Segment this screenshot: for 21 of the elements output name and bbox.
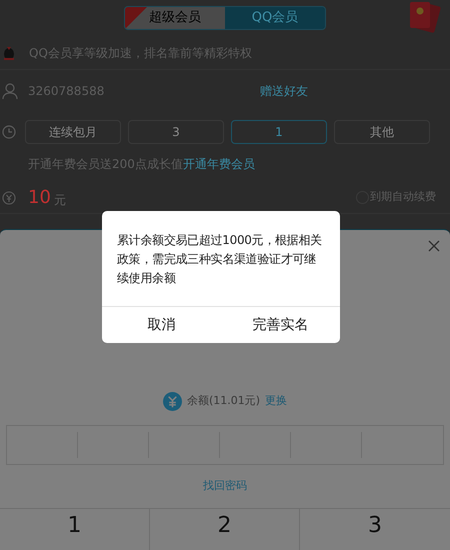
price-amount: 10 — [28, 186, 51, 210]
duration-option[interactable]: 其他 — [334, 120, 430, 144]
keypad-key[interactable]: 2 — [150, 509, 300, 550]
keypad-key[interactable]: 3 — [300, 509, 450, 550]
yuan-coin-icon — [162, 392, 182, 411]
dialog-message: 累计余额交易已超过1000元，根据相关政策，需完成三种实名渠道验证才可继续使用余额 — [116, 232, 323, 287]
dialog-button[interactable]: 完善实名 — [221, 307, 340, 343]
tab[interactable]: 超级会员 — [125, 7, 225, 29]
balance-text: 余额(11.01元) — [186, 393, 260, 410]
gift-friend-link[interactable]: 赠送好友 — [260, 82, 308, 100]
keypad-key[interactable]: 1 — [0, 509, 150, 550]
yuan-icon — [2, 190, 16, 204]
tab[interactable]: QQ会员 — [225, 7, 325, 29]
annual-member-link[interactable]: 开通年费会员 — [182, 157, 255, 171]
dialog-button[interactable]: 取消 — [102, 307, 221, 343]
duration-option[interactable]: 连续包月 — [25, 120, 121, 144]
clock-icon — [2, 125, 16, 139]
duration-option[interactable]: 3 — [128, 120, 224, 144]
close-icon[interactable] — [428, 240, 440, 252]
duration-option[interactable]: 1 — [231, 120, 327, 144]
person-icon — [2, 83, 18, 99]
